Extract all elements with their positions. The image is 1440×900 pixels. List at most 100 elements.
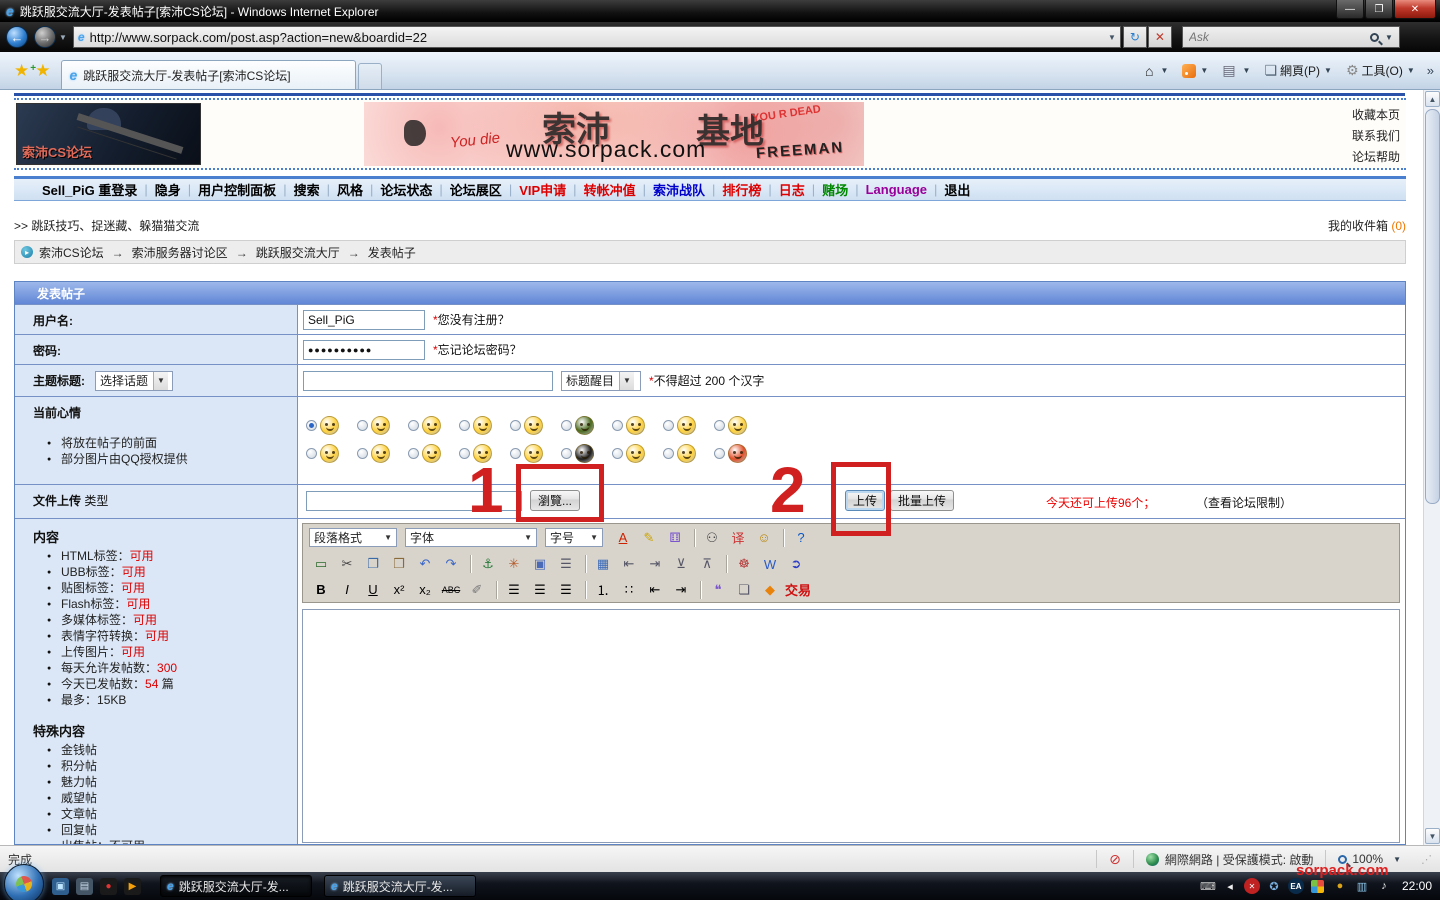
security-shield-icon[interactable]: ✕	[1244, 878, 1260, 894]
banner-link[interactable]: 联系我们	[1352, 126, 1400, 147]
keyboard-icon[interactable]: ⌨	[1200, 878, 1216, 894]
nav-item[interactable]: 论坛状态	[380, 180, 432, 199]
delete-row-icon[interactable]: ⊼	[695, 554, 719, 574]
table-icon[interactable]: ▦	[591, 554, 615, 574]
emoticon-radio[interactable]	[561, 448, 572, 459]
emoticon-radio[interactable]	[612, 448, 623, 459]
translate-icon[interactable]: 译	[726, 528, 750, 548]
insert-row-icon[interactable]: ⇥	[643, 554, 667, 574]
undo-icon[interactable]: ↶	[413, 554, 437, 574]
emoticon-option[interactable]	[357, 444, 408, 463]
nav-item[interactable]: 论坛展区	[450, 180, 502, 199]
emoticon-radio[interactable]	[714, 420, 725, 431]
restore-button[interactable]: ❐	[1365, 0, 1393, 19]
close-button[interactable]: ✕	[1394, 0, 1436, 19]
taskbar-window-button[interactable]: e跳跃服交流大厅-发...	[324, 875, 476, 897]
emoticon-option[interactable]	[510, 416, 561, 435]
help-icon[interactable]: ?	[789, 528, 813, 548]
nav-item[interactable]: 索沛战队	[653, 180, 705, 199]
emoticon-radio[interactable]	[663, 448, 674, 459]
link-icon[interactable]: ⚓	[476, 554, 500, 574]
overflow-chevron-icon[interactable]: »	[1427, 63, 1434, 78]
nav-item[interactable]: 日志	[779, 180, 805, 199]
zoom-dropdown-icon[interactable]: ▼	[1393, 855, 1401, 864]
topic-select[interactable]: 选择话题▼	[95, 371, 173, 391]
forum-logo-image[interactable]: 索沛CS论坛	[16, 103, 201, 165]
emoticon-radio[interactable]	[612, 420, 623, 431]
emoticon-radio[interactable]	[408, 448, 419, 459]
emoticon-option[interactable]	[306, 444, 357, 463]
address-field[interactable]: e http://www.sorpack.com/post.asp?action…	[73, 26, 1121, 48]
breadcrumb-link[interactable]: 索沛CS论坛	[39, 246, 104, 260]
emoticon-option[interactable]	[714, 444, 765, 463]
strike-icon[interactable]: ABC	[439, 580, 463, 600]
font-size-select[interactable]: 字号▼	[545, 528, 603, 547]
tab-active[interactable]: e 跳跃服交流大厅-发表帖子[索沛CS论坛]	[61, 60, 356, 89]
search-options-icon[interactable]: ▼	[1385, 33, 1393, 42]
scroll-down-icon[interactable]: ▼	[1425, 828, 1440, 844]
emoticon-option[interactable]	[561, 416, 612, 435]
emoticon-option[interactable]	[459, 416, 510, 435]
inbox-link[interactable]: 我的收件箱 (0)	[1328, 217, 1406, 234]
nav-item[interactable]: VIP申请	[519, 180, 566, 199]
nav-item[interactable]: Sell_PiG 重登录	[42, 180, 137, 199]
bold-icon[interactable]: B	[309, 580, 333, 600]
emoticon-radio[interactable]	[357, 420, 368, 431]
media-icon[interactable]: ➲	[784, 554, 808, 574]
insert-col-icon[interactable]: ⇤	[617, 554, 641, 574]
page-menu-button[interactable]: ❏網頁(P)▼	[1264, 62, 1331, 79]
emoticon-option[interactable]	[663, 444, 714, 463]
add-favorite-icon[interactable]: ★+	[35, 61, 50, 81]
scrollbar-thumb[interactable]	[1425, 109, 1440, 504]
subscript-icon[interactable]: x₂	[413, 580, 437, 600]
resize-grip[interactable]: ⋰	[1421, 853, 1432, 866]
emoticon-radio[interactable]	[459, 420, 470, 431]
cut-icon[interactable]: ✂	[335, 554, 359, 574]
stop-button[interactable]: ✕	[1148, 26, 1172, 48]
banner-link[interactable]: 收藏本页	[1352, 105, 1400, 126]
paragraph-format-select[interactable]: 段落格式▼	[309, 528, 397, 547]
password-note[interactable]: 忘记论坛密码？	[438, 341, 522, 358]
batch-upload-button[interactable]: 批量上传	[890, 490, 954, 511]
nav-item[interactable]: 搜索	[294, 180, 320, 199]
smiley-icon[interactable]: ☺	[752, 528, 776, 548]
show-desktop-icon[interactable]: ▤	[76, 878, 93, 895]
recent-pages-dropdown-icon[interactable]: ▼	[59, 33, 67, 42]
nav-item[interactable]: 退出	[944, 180, 970, 199]
emotion-dice-icon[interactable]: ⚅	[663, 528, 687, 548]
username-input[interactable]	[303, 310, 425, 330]
minimize-button[interactable]: —	[1336, 0, 1364, 19]
unordered-list-icon[interactable]: ∷	[617, 580, 641, 600]
highlight-icon[interactable]: ✎	[637, 528, 661, 548]
nav-item[interactable]: 排行榜	[722, 180, 761, 199]
post-body-textarea[interactable]	[302, 609, 1400, 843]
search-input[interactable]	[1189, 30, 1349, 44]
tray-chevron-icon[interactable]: ◂	[1222, 878, 1238, 894]
find-icon[interactable]: ⚇	[700, 528, 724, 548]
paste-text-icon[interactable]: ❏	[732, 580, 756, 600]
forward-button[interactable]: →	[34, 26, 56, 48]
forum-limit-link[interactable]: （查看论坛限制）	[1196, 494, 1292, 511]
paste-icon[interactable]: ❒	[387, 554, 411, 574]
underline-icon[interactable]: U	[361, 580, 385, 600]
nav-item[interactable]: Language	[866, 182, 927, 197]
font-family-select[interactable]: 字体▼	[405, 528, 537, 547]
redo-icon[interactable]: ↷	[439, 554, 463, 574]
emoticon-radio[interactable]	[663, 420, 674, 431]
align-right-icon[interactable]: ☰	[554, 580, 578, 600]
emoticon-radio[interactable]	[306, 420, 317, 431]
italic-icon[interactable]: I	[335, 580, 359, 600]
feeds-button[interactable]: ▼	[1182, 64, 1208, 78]
unlink-icon[interactable]: ✳	[502, 554, 526, 574]
breadcrumb-link[interactable]: 索沛服务器讨论区	[132, 246, 228, 260]
new-tab-button[interactable]	[358, 63, 382, 89]
wheel-icon[interactable]: ☸	[732, 554, 756, 574]
emoticon-radio[interactable]	[408, 420, 419, 431]
emoticon-option[interactable]	[663, 416, 714, 435]
search-box[interactable]: ▼	[1182, 26, 1400, 48]
back-button[interactable]: ←	[6, 26, 28, 48]
emoticon-radio[interactable]	[510, 420, 521, 431]
outdent-icon[interactable]: ⇤	[643, 580, 667, 600]
image-icon[interactable]: ▣	[528, 554, 552, 574]
font-color-icon[interactable]: A	[611, 528, 635, 548]
